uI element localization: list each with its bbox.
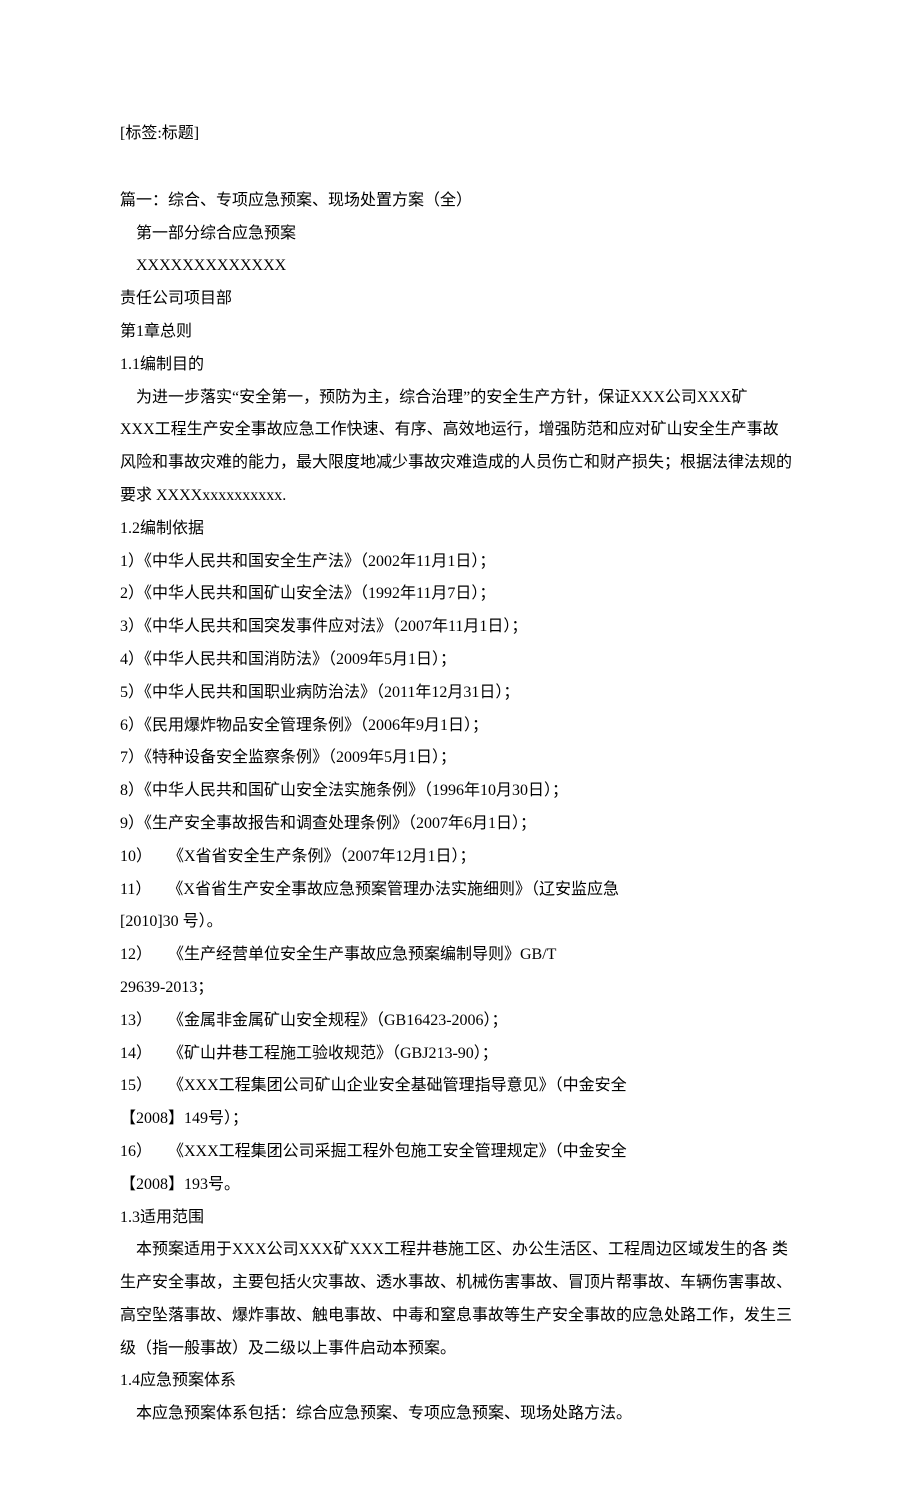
tag-label: [标签:标题] [120, 118, 800, 151]
ref-item-12: 12） 《生产经营单位安全生产事故应急预案编制导则》GB/T [120, 939, 800, 972]
ref-item-16-cont: 【2008】193号。 [120, 1169, 800, 1202]
ref-item-16: 16） 《XXX工程集团公司采掘工程外包施工安全管理规定》（中金安全 [120, 1136, 800, 1169]
para-line: 级（指一般事故）及二级以上事件启动本预案。 [120, 1333, 800, 1366]
para-line: 为进一步落实“安全第一，预防为主，综合治理”的安全生产方针，保证XXX公司XXX… [120, 382, 800, 415]
ref-item-10: 10） 《X省省安全生产条例》（2007年12月1日）； [120, 841, 800, 874]
placeholder-x: XXXXXXXXXXXXX [120, 250, 800, 283]
para-line: 生产安全事故，主要包括火灾事故、透水事故、机械伤害事故、冒顶片帮事故、车辆伤害事… [120, 1267, 800, 1300]
paragraph-purpose: 为进一步落实“安全第一，预防为主，综合治理”的安全生产方针，保证XXX公司XXX… [120, 382, 800, 513]
ref-item-15-cont: 【2008】149号）； [120, 1103, 800, 1136]
ref-item-12-cont: 29639-2013； [120, 972, 800, 1005]
heading-part: 篇一：综合、专项应急预案、现场处置方案（全） [120, 185, 800, 218]
ref-item-13: 13） 《金属非金属矿山安全规程》（GB16423-2006）； [120, 1005, 800, 1038]
para-line: 高空坠落事故、爆炸事故、触电事故、中毒和窒息事故等生产安全事故的应急处路工作，发… [120, 1300, 800, 1333]
paragraph-scope: 本预案适用于XXX公司XXX矿XXX工程井巷施工区、办公生活区、工程周边区域发生… [120, 1234, 800, 1365]
section-1-1: 1.1编制目的 [120, 349, 800, 382]
ref-item-4: 4）《中华人民共和国消防法》（2009年5月1日）； [120, 644, 800, 677]
para-line: XXX工程生产安全事故应急工作快速、有序、高效地运行，增强防范和应对矿山安全生产… [120, 414, 800, 447]
ref-item-9: 9）《生产安全事故报告和调查处理条例》（2007年6月1日）； [120, 808, 800, 841]
company-dept: 责任公司项目部 [120, 283, 800, 316]
ref-item-6: 6）《民用爆炸物品安全管理条例》（2006年9月1日）； [120, 710, 800, 743]
ref-item-8: 8）《中华人民共和国矿山安全法实施条例》（1996年10月30日）； [120, 775, 800, 808]
ref-item-15: 15） 《XXX工程集团公司矿山企业安全基础管理指导意见》（中金安全 [120, 1070, 800, 1103]
ref-item-14: 14） 《矿山井巷工程施工验收规范》（GBJ213-90）； [120, 1038, 800, 1071]
ref-item-11-cont: [2010]30 号）。 [120, 906, 800, 939]
ref-item-3: 3）《中华人民共和国突发事件应对法》（2007年11月1日）； [120, 611, 800, 644]
para-line: 本应急预案体系包括：综合应急预案、专项应急预案、现场处路方法。 [120, 1398, 800, 1431]
paragraph-system: 本应急预案体系包括：综合应急预案、专项应急预案、现场处路方法。 [120, 1398, 800, 1431]
ref-item-2: 2）《中华人民共和国矿山安全法》（1992年11月7日）； [120, 578, 800, 611]
section-1-2: 1.2编制依据 [120, 513, 800, 546]
ref-item-7: 7）《特种设备安全监察条例》（2009年5月1日）； [120, 742, 800, 775]
section-1-4: 1.4应急预案体系 [120, 1365, 800, 1398]
ref-item-11: 11） 《X省省生产安全事故应急预案管理办法实施细则》（辽安监应急 [120, 874, 800, 907]
ref-item-1: 1）《中华人民共和国安全生产法》（2002年11月1日）； [120, 546, 800, 579]
section-1-3: 1.3适用范围 [120, 1202, 800, 1235]
para-line: 要求 XXXXxxxxxxxxxx. [120, 480, 800, 513]
subheading-part: 第一部分综合应急预案 [120, 218, 800, 251]
para-line: 本预案适用于XXX公司XXX矿XXX工程井巷施工区、办公生活区、工程周边区域发生… [120, 1234, 800, 1267]
chapter-1: 第1章总则 [120, 316, 800, 349]
ref-item-5: 5）《中华人民共和国职业病防治法》（2011年12月31日）； [120, 677, 800, 710]
para-line: 风险和事故灾难的能力，最大限度地减少事故灾难造成的人员伤亡和财产损失；根据法律法… [120, 447, 800, 480]
